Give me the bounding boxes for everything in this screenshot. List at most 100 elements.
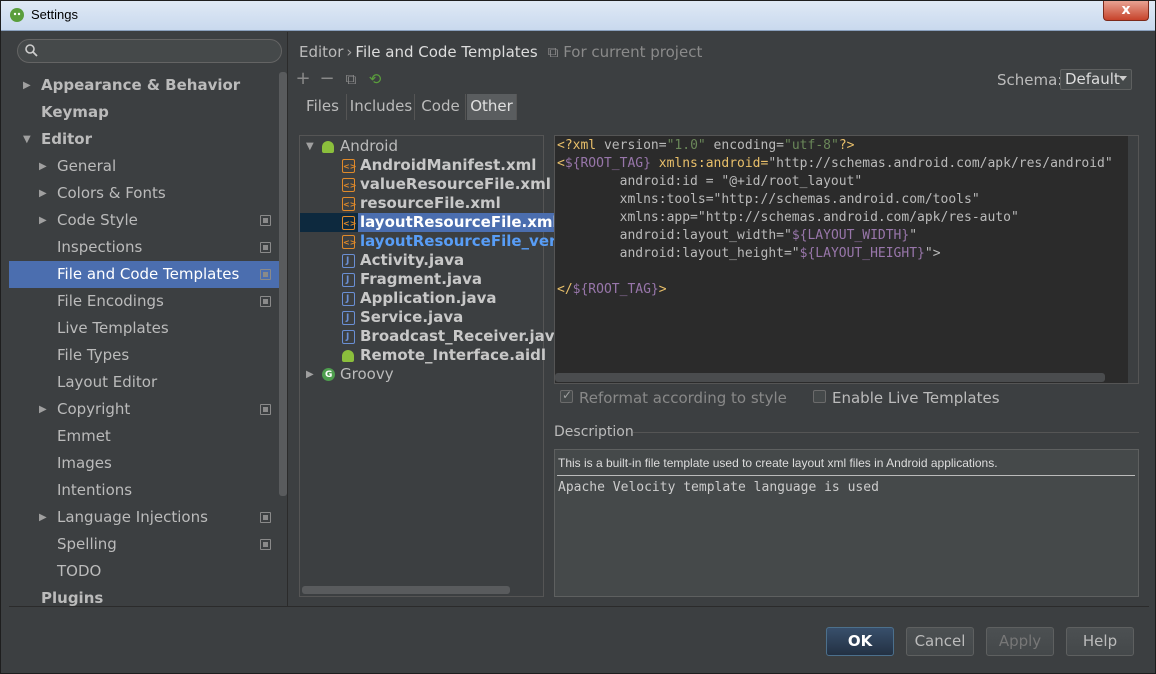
template-item[interactable]: Fragment.java [300,270,543,290]
sidebar-scrollbar[interactable] [279,72,287,496]
tree-group-android[interactable]: ▼ Android [300,137,543,156]
velocity-note: Apache Velocity template language is use… [558,480,879,495]
project-scope-icon [260,539,271,550]
tab-files[interactable]: Files [299,94,347,120]
xml-file-icon [342,195,356,214]
code-token: "> [924,246,941,261]
description-panel: This is a built-in file template used to… [554,449,1139,597]
sidebar-item-images[interactable]: Images [9,450,279,477]
android-icon [342,350,354,362]
code-token: xmlns:android= [650,156,769,171]
dialog-footer [9,606,1149,667]
tab-includes[interactable]: Includes [348,94,415,120]
sidebar-item-label: File and Code Templates [57,265,240,283]
tab-other[interactable]: Other [467,94,517,120]
checkbox-checked-icon [560,388,573,403]
template-item[interactable]: AndroidManifest.xml [300,156,543,176]
sidebar-item-file-and-code-templates[interactable]: File and Code Templates [9,261,279,288]
sidebar-item-appearance-behavior[interactable]: ▶ Appearance & Behavior [9,72,279,99]
sidebar-item-emmet[interactable]: Emmet [9,423,279,450]
apply-button[interactable]: Apply [986,627,1054,656]
tree-item-label: Broadcast_Receiver.java [360,327,565,345]
search-input[interactable] [17,39,282,63]
code-token: "utf-8" [784,138,839,153]
ok-button[interactable]: OK [826,627,894,656]
add-template-icon[interactable]: + [293,69,313,89]
sidebar-item-label: Inspections [57,238,143,256]
code-token: "http://schemas.android.com/apk/res/andr… [768,156,1113,171]
schema-dropdown[interactable]: Default [1060,69,1132,90]
description-text: This is a built-in file template used to… [558,456,998,470]
template-code-editor[interactable]: <?xml version="1.0" encoding="utf-8"?> < $… [554,135,1139,384]
sidebar-item-language-injections[interactable]: ▶ Language Injections [9,504,279,531]
chevron-right-icon[interactable]: ▶ [39,207,51,234]
project-scope-icon [260,215,271,226]
sidebar-item-layout-editor[interactable]: Layout Editor [9,369,279,396]
sidebar-item-copyright[interactable]: ▶ Copyright [9,396,279,423]
sidebar-item-todo[interactable]: TODO [9,558,279,585]
android-icon [322,141,334,153]
editor-horizontal-scrollbar[interactable] [555,373,1105,382]
sidebar-item-inspections[interactable]: Inspections [9,234,279,261]
sidebar-item-label: TODO [57,562,102,580]
settings-sidebar: ▶ Appearance & Behavior Keymap ▼ Editor ▶ Gene… [9,32,288,607]
sidebar-item-label: Code Style [57,211,138,229]
template-item[interactable]: Remote_Interface.aidl [300,346,546,365]
sidebar-item-intentions[interactable]: Intentions [9,477,279,504]
template-item[interactable]: resourceFile.xml [300,194,543,214]
chevron-right-icon[interactable]: ▶ [23,72,35,99]
template-item[interactable]: Broadcast_Receiver.java [300,327,565,347]
code-token: < [557,156,565,171]
copy-template-icon[interactable]: ⧉ [341,69,361,89]
description-heading: Description [554,424,634,440]
code-line: <?xml version="1.0" encoding="utf-8"?> [557,137,854,155]
template-item[interactable]: layoutResourceFile.xml [300,213,560,233]
breadcrumb-root[interactable]: Editor [299,43,343,61]
code-token: @+id/root_layout [729,174,855,189]
remove-template-icon[interactable]: − [317,69,337,89]
help-button[interactable]: Help [1066,627,1134,656]
sidebar-item-file-encodings[interactable]: File Encodings [9,288,279,315]
sidebar-item-file-types[interactable]: File Types [9,342,279,369]
template-item[interactable]: layoutResourceFile_vertica [300,232,588,252]
reformat-label: Reformat according to style [579,389,787,407]
chevron-down-icon[interactable]: ▼ [23,126,35,153]
tree-item-label: layoutResourceFile.xml [358,213,560,232]
chevron-right-icon[interactable]: ▶ [39,504,51,531]
code-token: android:id = " [557,174,730,189]
sidebar-item-live-templates[interactable]: Live Templates [9,315,279,342]
cancel-button[interactable]: Cancel [906,627,974,656]
code-token: version= [603,138,667,153]
template-item[interactable]: Application.java [300,289,543,309]
tab-code[interactable]: Code [416,94,466,120]
code-token: ${ROOT_TAG} [572,282,659,297]
reset-template-icon[interactable]: ⟲ [365,69,385,89]
code-token: ?> [838,138,855,153]
tree-group-groovy[interactable]: ▶ Groovy [300,365,543,385]
sidebar-item-editor[interactable]: ▼ Editor [9,126,279,153]
chevron-down-icon[interactable]: ▼ [306,137,314,156]
schema-value: Default [1065,70,1120,88]
sidebar-item-colors-fonts[interactable]: ▶ Colors & Fonts [9,180,279,207]
tree-horizontal-scrollbar[interactable] [302,586,510,594]
close-button[interactable]: x [1103,1,1149,21]
chevron-down-icon [1119,76,1127,81]
sidebar-item-keymap[interactable]: Keymap [9,99,279,126]
xml-file-icon [342,214,356,233]
template-item[interactable]: Service.java [300,308,543,328]
chevron-right-icon[interactable]: ▶ [306,365,314,384]
sidebar-item-spelling[interactable]: Spelling [9,531,279,558]
sidebar-item-general[interactable]: ▶ General [9,153,279,180]
chevron-right-icon[interactable]: ▶ [39,180,51,207]
sidebar-item-code-style[interactable]: ▶ Code Style [9,207,279,234]
code-token: </ [557,282,573,297]
editor-vertical-scrollbar[interactable] [1128,136,1138,383]
sidebar-item-label: File Encodings [57,292,164,310]
chevron-right-icon[interactable]: ▶ [39,153,51,180]
project-scope-icon [260,242,271,253]
template-item[interactable]: Activity.java [300,251,543,271]
project-scope-icon [260,269,271,280]
chevron-right-icon[interactable]: ▶ [39,396,51,423]
project-scope-icon [260,404,271,415]
template-item[interactable]: valueResourceFile.xml [300,175,551,195]
